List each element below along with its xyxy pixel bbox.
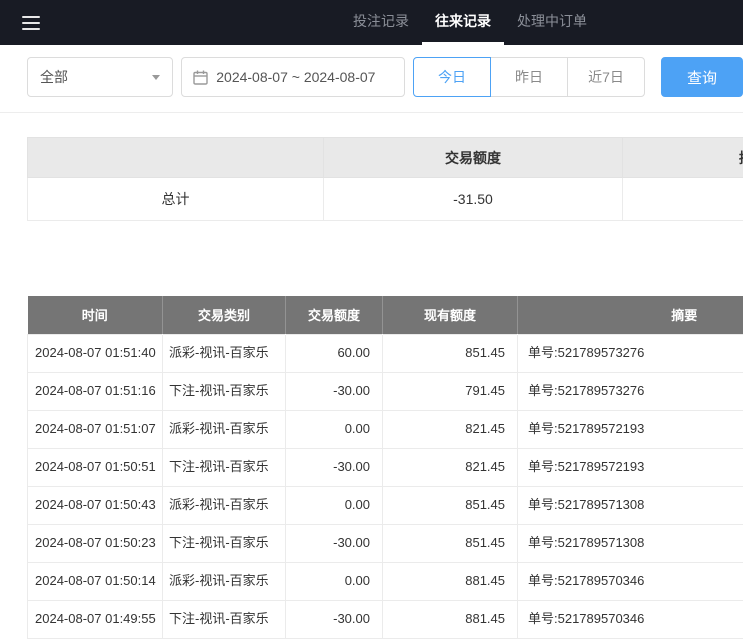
cell-type: 下注-视讯-百家乐 — [163, 448, 286, 486]
cell-summary: 单号:521789570346 — [518, 600, 743, 638]
summary-total-row: 总计 -31.50 — [28, 178, 743, 221]
hamburger-menu-icon[interactable] — [22, 16, 40, 30]
cell-time: 2024-08-07 01:51:07 — [28, 410, 163, 448]
summary-header-row: 交易额度 摘要 — [28, 138, 743, 178]
cell-amount: -30.00 — [286, 600, 383, 638]
table-row: 2024-08-07 01:50:51 下注-视讯-百家乐 -30.00 821… — [28, 448, 743, 486]
summary-total-label: 总计 — [28, 178, 324, 221]
records-table: 时间 交易类别 交易额度 现有额度 摘要 2024-08-07 01:51:40… — [27, 296, 743, 639]
table-row: 2024-08-07 01:50:43 派彩-视讯-百家乐 0.00 851.4… — [28, 486, 743, 524]
cell-summary: 单号:521789570346 — [518, 562, 743, 600]
cell-balance: 851.45 — [383, 334, 518, 372]
filter-bar: 全部 2024-08-07 ~ 2024-08-07 今日 昨日 近7日 查询 — [0, 45, 743, 113]
type-select-value: 全部 — [40, 67, 68, 87]
app-window: 投注记录 往来记录 处理中订单 全部 2024-08-07 ~ 2024-08-… — [0, 0, 743, 639]
cell-amount: 60.00 — [286, 334, 383, 372]
date-range-value: 2024-08-07 ~ 2024-08-07 — [216, 69, 375, 85]
records-header-row: 时间 交易类别 交易额度 现有额度 摘要 — [28, 296, 743, 334]
cell-summary: 单号:521789572193 — [518, 448, 743, 486]
cell-type: 派彩-视讯-百家乐 — [163, 562, 286, 600]
chevron-down-icon — [152, 75, 160, 80]
calendar-icon — [193, 70, 208, 85]
summary-total-amount: -31.50 — [324, 178, 623, 221]
cell-time: 2024-08-07 01:50:23 — [28, 524, 163, 562]
cell-balance: 881.45 — [383, 600, 518, 638]
table-row: 2024-08-07 01:51:16 下注-视讯-百家乐 -30.00 791… — [28, 372, 743, 410]
query-button[interactable]: 查询 — [661, 57, 743, 97]
last7days-button[interactable]: 近7日 — [567, 57, 645, 97]
cell-balance: 821.45 — [383, 448, 518, 486]
cell-summary: 单号:521789573276 — [518, 372, 743, 410]
cell-amount: 0.00 — [286, 562, 383, 600]
table-row: 2024-08-07 01:51:40 派彩-视讯-百家乐 60.00 851.… — [28, 334, 743, 372]
records-header-balance: 现有额度 — [383, 296, 518, 334]
cell-time: 2024-08-07 01:50:43 — [28, 486, 163, 524]
cell-balance: 881.45 — [383, 562, 518, 600]
cell-type: 下注-视讯-百家乐 — [163, 600, 286, 638]
cell-time: 2024-08-07 01:49:55 — [28, 600, 163, 638]
summary-total-summary — [623, 178, 743, 221]
cell-time: 2024-08-07 01:50:14 — [28, 562, 163, 600]
quick-date-buttons: 今日 昨日 近7日 — [413, 57, 645, 97]
tab-processing-orders[interactable]: 处理中订单 — [504, 0, 600, 45]
cell-summary: 单号:521789572193 — [518, 410, 743, 448]
today-button[interactable]: 今日 — [413, 57, 491, 97]
records-tbody: 2024-08-07 01:51:40 派彩-视讯-百家乐 60.00 851.… — [28, 334, 743, 638]
cell-amount: -30.00 — [286, 372, 383, 410]
cell-time: 2024-08-07 01:51:40 — [28, 334, 163, 372]
records-header-time: 时间 — [28, 296, 163, 334]
cell-type: 派彩-视讯-百家乐 — [163, 334, 286, 372]
summary-header-amount: 交易额度 — [324, 138, 623, 178]
cell-type: 下注-视讯-百家乐 — [163, 372, 286, 410]
content-area: 交易额度 摘要 总计 -31.50 时间 交易类别 — [0, 113, 743, 639]
cell-time: 2024-08-07 01:50:51 — [28, 448, 163, 486]
tab-transaction-records[interactable]: 往来记录 — [422, 0, 504, 45]
yesterday-button[interactable]: 昨日 — [490, 57, 568, 97]
cell-balance: 791.45 — [383, 372, 518, 410]
cell-amount: -30.00 — [286, 524, 383, 562]
cell-type: 下注-视讯-百家乐 — [163, 524, 286, 562]
summary-table: 交易额度 摘要 总计 -31.50 — [27, 137, 743, 221]
table-row: 2024-08-07 01:50:23 下注-视讯-百家乐 -30.00 851… — [28, 524, 743, 562]
type-select[interactable]: 全部 — [27, 57, 173, 97]
tab-bar: 投注记录 往来记录 处理中订单 — [340, 0, 600, 45]
cell-amount: 0.00 — [286, 410, 383, 448]
table-row: 2024-08-07 01:49:55 下注-视讯-百家乐 -30.00 881… — [28, 600, 743, 638]
cell-time: 2024-08-07 01:51:16 — [28, 372, 163, 410]
cell-summary: 单号:521789573276 — [518, 334, 743, 372]
records-header-type: 交易类别 — [163, 296, 286, 334]
cell-amount: 0.00 — [286, 486, 383, 524]
date-range-input[interactable]: 2024-08-07 ~ 2024-08-07 — [181, 57, 405, 97]
tab-bet-records[interactable]: 投注记录 — [340, 0, 422, 45]
cell-type: 派彩-视讯-百家乐 — [163, 410, 286, 448]
table-row: 2024-08-07 01:51:07 派彩-视讯-百家乐 0.00 821.4… — [28, 410, 743, 448]
cell-summary: 单号:521789571308 — [518, 524, 743, 562]
table-row: 2024-08-07 01:50:14 派彩-视讯-百家乐 0.00 881.4… — [28, 562, 743, 600]
cell-type: 派彩-视讯-百家乐 — [163, 486, 286, 524]
summary-header-summary: 摘要 — [623, 138, 743, 178]
cell-balance: 851.45 — [383, 524, 518, 562]
cell-amount: -30.00 — [286, 448, 383, 486]
cell-summary: 单号:521789571308 — [518, 486, 743, 524]
records-header-summary: 摘要 — [518, 296, 743, 334]
cell-balance: 851.45 — [383, 486, 518, 524]
records-header-amount: 交易额度 — [286, 296, 383, 334]
summary-header-blank — [28, 138, 324, 178]
cell-balance: 821.45 — [383, 410, 518, 448]
top-navbar: 投注记录 往来记录 处理中订单 — [0, 0, 743, 45]
